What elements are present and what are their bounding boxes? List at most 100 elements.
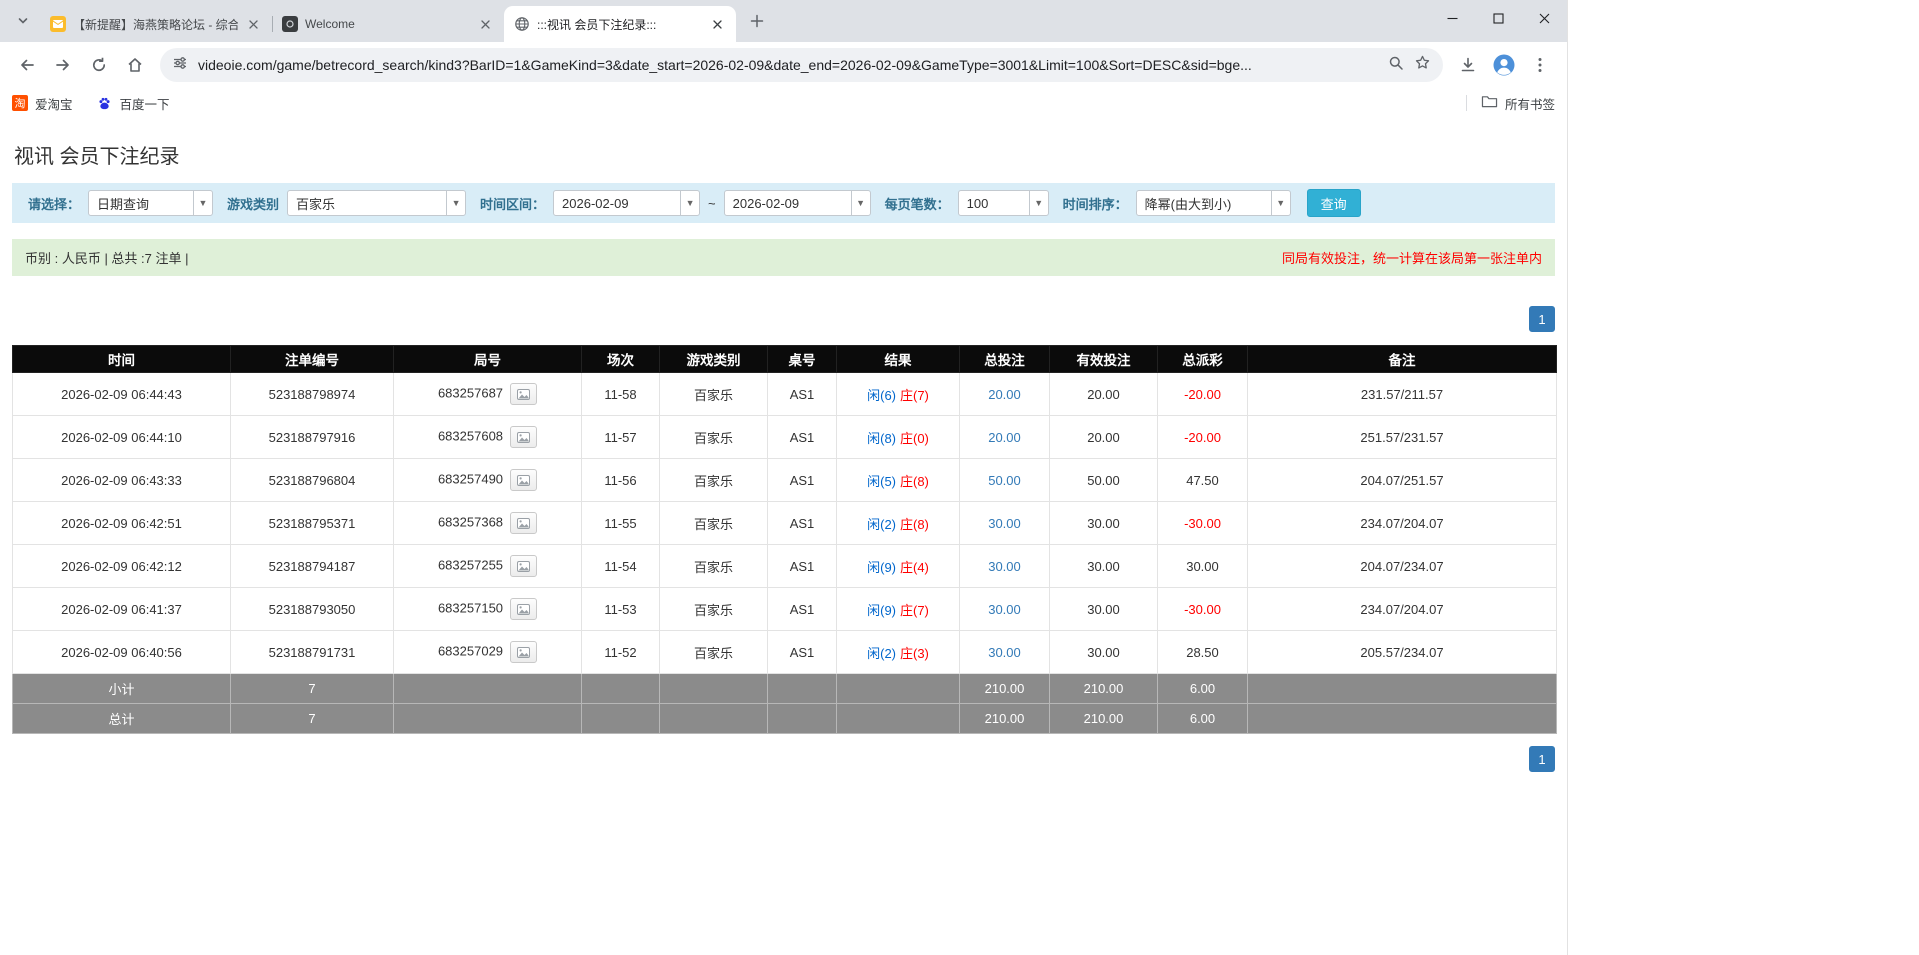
roadmap-button[interactable] [510, 555, 538, 577]
game-type-select[interactable]: 百家乐 ▼ [287, 190, 467, 216]
zoom-magnifier-icon[interactable] [1388, 55, 1404, 76]
reload-button[interactable] [82, 48, 116, 82]
home-button[interactable] [118, 48, 152, 82]
total-valid-bet: 210.00 [1049, 703, 1158, 734]
tab-title: :::视讯 会员下注纪录::: [537, 17, 657, 32]
col-header-5: 桌号 [767, 345, 837, 373]
tab-close-icon[interactable] [709, 16, 726, 33]
download-icon[interactable] [1451, 48, 1485, 82]
roadmap-button[interactable] [510, 426, 538, 448]
cell-result: 闲(5) 庄(8) [836, 458, 960, 502]
site-info-tune-icon[interactable] [172, 55, 188, 76]
all-bookmarks-button[interactable]: 所有书签 [1481, 94, 1555, 113]
result-banker: 庄(3) [900, 645, 929, 661]
cell-round: 683257490 [393, 458, 582, 502]
result-player: 闲(8) [867, 430, 896, 446]
cell-valid-bet: 50.00 [1049, 458, 1158, 502]
tab-title: 【新提醒】海燕策略论坛 - 综合... [73, 17, 238, 32]
search-button[interactable]: 查询 [1306, 189, 1361, 217]
url-bar[interactable]: videoie.com/game/betrecord_search/kind3?… [160, 48, 1443, 82]
table-header-row: 时间 注单编号 局号 场次 游戏类别 桌号 结果 总投注 有效投注 总派彩 备注 [12, 345, 1557, 373]
roadmap-button[interactable] [510, 598, 538, 620]
cell-session: 11-54 [581, 544, 660, 588]
minimize-button[interactable] [1429, 0, 1475, 36]
roadmap-button[interactable] [510, 469, 538, 491]
total-bet-link[interactable]: 30.00 [988, 645, 1021, 660]
cell-round: 683257608 [393, 415, 582, 459]
page-title: 视讯 会员下注纪录 [14, 146, 180, 168]
chevron-down-icon[interactable]: ▼ [446, 191, 465, 215]
chevron-down-icon[interactable]: ▼ [193, 191, 212, 215]
profile-avatar[interactable] [1487, 48, 1521, 82]
cell-game: 百家乐 [659, 630, 768, 674]
cell-total-bet: 20.00 [959, 372, 1050, 416]
forward-button[interactable] [46, 48, 80, 82]
cell-total-bet: 30.00 [959, 630, 1050, 674]
roadmap-button[interactable] [510, 383, 538, 405]
cell-bet-id: 523188794187 [230, 544, 394, 588]
tab-search-chevron-icon[interactable] [10, 8, 36, 34]
date-end-select[interactable]: 2026-02-09 ▼ [723, 190, 871, 216]
total-bet-link[interactable]: 30.00 [988, 602, 1021, 617]
cell-time: 2026-02-09 06:44:10 [12, 415, 231, 459]
url-text[interactable]: videoie.com/game/betrecord_search/kind3?… [198, 57, 1378, 73]
chevron-down-icon[interactable]: ▼ [680, 191, 699, 215]
bookmark-baidu[interactable]: 百度一下 [97, 94, 170, 113]
total-bet-link[interactable]: 20.00 [988, 387, 1021, 402]
page-button-1[interactable]: 1 [1529, 746, 1555, 772]
bookmark-star-icon[interactable] [1414, 54, 1431, 76]
chevron-down-icon[interactable]: ▼ [850, 191, 870, 215]
cell-time: 2026-02-09 06:43:33 [12, 458, 231, 502]
per-page-label: 每页笔数： [884, 196, 950, 212]
cell-bet-id: 523188798974 [230, 372, 394, 416]
chevron-down-icon[interactable]: ▼ [1270, 191, 1290, 215]
tab-forum[interactable]: 【新提醒】海燕策略论坛 - 综合... [40, 6, 272, 42]
maximize-button[interactable] [1475, 0, 1521, 36]
col-header-1: 注单编号 [230, 345, 394, 373]
tab-close-icon[interactable] [245, 16, 262, 33]
total-row: 总计 7 210.00 210.00 6.00 [12, 703, 1557, 734]
new-tab-button[interactable] [744, 8, 770, 34]
tab-close-icon[interactable] [477, 16, 494, 33]
cell-total-bet: 20.00 [959, 415, 1050, 459]
result-player: 闲(6) [867, 387, 896, 403]
cell-note: 204.07/234.07 [1247, 544, 1557, 588]
menu-three-dots-icon[interactable] [1523, 48, 1557, 82]
result-banker: 庄(8) [900, 473, 929, 489]
col-header-3: 场次 [581, 345, 660, 373]
tab-title: Welcome [305, 17, 355, 31]
cell-round: 683257029 [393, 630, 582, 674]
date-start-select[interactable]: 2026-02-09 ▼ [553, 190, 701, 216]
cell-total-bet: 30.00 [959, 587, 1050, 631]
back-button[interactable] [10, 48, 44, 82]
col-header-9: 总派彩 [1157, 345, 1248, 373]
query-type-select[interactable]: 日期查询 ▼ [88, 190, 214, 216]
browser-window: 【新提醒】海燕策略论坛 - 综合... Welcome :::视讯 会员下注纪录… [0, 0, 1568, 955]
filter-bar: 请选择： 日期查询 ▼ 游戏类别 百家乐 ▼ 时间区间： 2026-02-09 … [12, 183, 1555, 223]
total-bet-link[interactable]: 20.00 [988, 430, 1021, 445]
roadmap-button[interactable] [510, 641, 538, 663]
close-button[interactable] [1521, 0, 1567, 36]
bookmark-aitaobao[interactable]: 淘 爱淘宝 [12, 94, 73, 113]
page-button-1[interactable]: 1 [1529, 306, 1555, 332]
table-row: 2026-02-09 06:44:10 523188797916 6832576… [12, 415, 1557, 459]
navigation-bar: videoie.com/game/betrecord_search/kind3?… [0, 42, 1567, 88]
sort-select[interactable]: 降幂(由大到小) ▼ [1135, 190, 1291, 216]
cell-payout: 28.50 [1157, 630, 1248, 674]
date-range-separator: ~ [708, 195, 716, 211]
total-bet-link[interactable]: 30.00 [988, 516, 1021, 531]
bookmarks-bar: 淘 爱淘宝 百度一下 所有书签 [0, 88, 1567, 118]
total-bet-link[interactable]: 50.00 [988, 473, 1021, 488]
chevron-down-icon[interactable]: ▼ [1028, 191, 1048, 215]
total-bet-link[interactable]: 30.00 [988, 559, 1021, 574]
tab-bet-records[interactable]: :::视讯 会员下注纪录::: [504, 6, 736, 42]
cell-payout: 30.00 [1157, 544, 1248, 588]
cell-note: 234.07/204.07 [1247, 501, 1557, 545]
result-banker: 庄(4) [900, 559, 929, 575]
table-row: 2026-02-09 06:43:33 523188796804 6832574… [12, 458, 1557, 502]
roadmap-button[interactable] [510, 512, 538, 534]
per-page-select[interactable]: 100 ▼ [957, 190, 1049, 216]
globe-favicon-icon [514, 16, 530, 32]
tab-welcome[interactable]: Welcome [272, 6, 504, 42]
bookmarks-divider [1465, 95, 1467, 111]
